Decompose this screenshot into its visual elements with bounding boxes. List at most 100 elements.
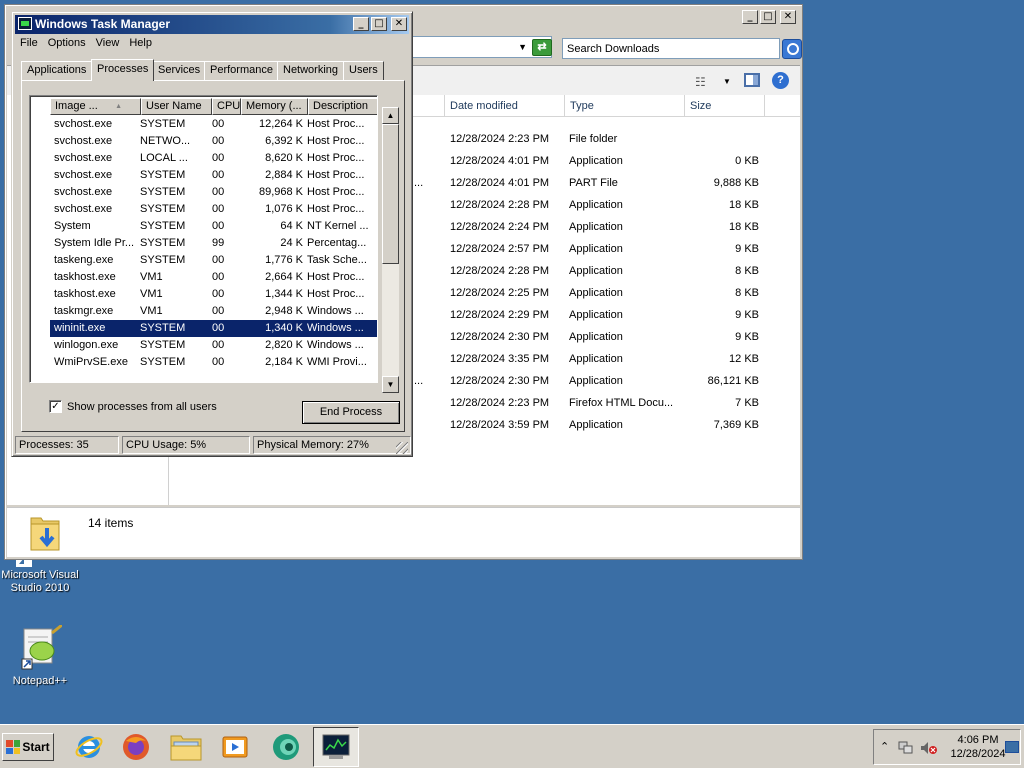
process-row[interactable]: svchost.exe SYSTEM 00 2,884 K Host Proc...: [50, 167, 377, 184]
tab-services[interactable]: Services: [152, 61, 207, 80]
tab-users[interactable]: Users: [343, 61, 384, 80]
status-processes: Processes: 35: [15, 436, 119, 454]
column-header-description[interactable]: Description: [308, 98, 377, 115]
taskbar-task-manager[interactable]: [313, 727, 359, 767]
process-row[interactable]: svchost.exe LOCAL ... 00 8,620 K Host Proc..…: [50, 150, 377, 167]
chevron-down-icon[interactable]: ▼: [723, 77, 731, 86]
end-process-button[interactable]: End Process: [302, 401, 400, 424]
taskbar-windows-explorer[interactable]: [163, 727, 209, 767]
file-type: Firefox HTML Docu...: [569, 397, 674, 409]
views-icon[interactable]: ☷: [695, 75, 706, 89]
media-player-icon: [222, 736, 248, 758]
menu-options[interactable]: Options: [43, 35, 91, 53]
column-header-memory[interactable]: Memory (...: [241, 98, 308, 115]
network-icon[interactable]: [898, 741, 914, 758]
taskbar-internet-explorer[interactable]: [66, 727, 112, 767]
tab-performance[interactable]: Performance: [204, 61, 279, 80]
process-image-name: taskhost.exe: [54, 271, 116, 283]
process-image-name: taskmgr.exe: [54, 305, 114, 317]
desktop-icon-visual-studio[interactable]: Microsoft Visual Studio 2010: [0, 555, 80, 595]
maximize-button[interactable]: □: [760, 10, 776, 24]
column-header-cpu[interactable]: CPU: [212, 98, 241, 115]
clock[interactable]: 4:06 PM 12/28/2024: [944, 733, 1012, 761]
search-input[interactable]: [562, 38, 780, 59]
process-memory: 2,820 K: [265, 339, 303, 351]
process-description: Percentag...: [307, 237, 367, 249]
chevron-down-icon[interactable]: ▼: [518, 42, 527, 52]
column-header-image-name[interactable]: Image ... ▲: [50, 98, 141, 115]
process-row[interactable]: WmiPrvSE.exe SYSTEM 00 2,184 K WMI Provi...: [50, 354, 377, 371]
process-user-name: SYSTEM: [140, 118, 186, 130]
process-cpu: 00: [212, 288, 225, 300]
address-bar[interactable]: ▼: [410, 36, 552, 58]
minimize-button[interactable]: _: [353, 17, 369, 31]
process-row[interactable]: svchost.exe SYSTEM 00 89,968 K Host Proc...: [50, 184, 377, 201]
column-header-user-name[interactable]: User Name: [141, 98, 212, 115]
search-icon[interactable]: [782, 39, 802, 59]
file-date-modified: 12/28/2024 2:30 PM: [450, 331, 550, 343]
show-hidden-icons-icon[interactable]: ⌃: [880, 740, 889, 753]
process-row[interactable]: taskhost.exe VM1 00 2,664 K Host Proc...: [50, 269, 377, 286]
task-manager-title-bar[interactable]: Windows Task Manager _ □ ✕: [15, 15, 409, 34]
close-button[interactable]: ✕: [780, 10, 796, 24]
process-row[interactable]: svchost.exe SYSTEM 00 12,264 K Host Proc...: [50, 116, 377, 133]
preview-pane-icon[interactable]: [744, 73, 760, 87]
file-size: 9,888 KB: [713, 177, 759, 189]
refresh-button[interactable]: ⇄: [532, 39, 552, 56]
show-all-processes-option[interactable]: ✓ Show processes from all users: [49, 400, 217, 413]
file-size: 86,121 KB: [707, 375, 759, 387]
process-row[interactable]: svchost.exe SYSTEM 00 1,076 K Host Proc...: [50, 201, 377, 218]
start-button[interactable]: Start: [2, 733, 54, 761]
process-user-name: SYSTEM: [140, 322, 186, 334]
scrollbar-thumb[interactable]: [382, 124, 399, 264]
tab-applications[interactable]: Applications: [21, 61, 93, 80]
file-name-truncation: ...: [414, 177, 424, 189]
process-row[interactable]: winlogon.exe SYSTEM 00 2,820 K Windows ...: [50, 337, 377, 354]
tab-networking[interactable]: Networking: [277, 61, 345, 80]
process-description: Host Proc...: [307, 169, 365, 181]
menu-bar: File Options View Help: [15, 35, 157, 53]
process-row[interactable]: taskmgr.exe VM1 00 2,948 K Windows ...: [50, 303, 377, 320]
taskbar-web-browser[interactable]: [263, 727, 309, 767]
file-size: 8 KB: [735, 287, 759, 299]
process-list[interactable]: Image ... ▲ User Name CPU Memory (... De…: [29, 95, 378, 383]
desktop-icon-notepad-plus-plus[interactable]: Notepad++: [0, 623, 80, 688]
column-header-date[interactable]: Date modified: [445, 95, 565, 117]
resize-grip[interactable]: [396, 442, 408, 454]
show-all-checkbox[interactable]: ✓: [49, 400, 62, 413]
file-type: Application: [569, 199, 623, 211]
process-image-name: svchost.exe: [54, 203, 113, 215]
close-button[interactable]: ✕: [391, 17, 407, 31]
maximize-button[interactable]: □: [371, 17, 387, 31]
process-image-name: System Idle Pr...: [54, 237, 135, 249]
menu-file[interactable]: File: [15, 35, 43, 53]
column-header-type[interactable]: Type: [565, 95, 685, 117]
process-memory: 8,620 K: [265, 152, 303, 164]
process-memory: 1,776 K: [265, 254, 303, 266]
task-manager-icon: [18, 17, 32, 30]
folder-download-icon: [30, 517, 60, 551]
process-row[interactable]: svchost.exe NETWO... 00 6,392 K Host Proc...: [50, 133, 377, 150]
taskbar-firefox[interactable]: [113, 727, 159, 767]
process-row[interactable]: taskeng.exe SYSTEM 00 1,776 K Task Sche...: [50, 252, 377, 269]
tab-processes[interactable]: Processes: [91, 59, 155, 81]
column-header-size[interactable]: Size: [685, 95, 765, 117]
process-row[interactable]: System SYSTEM 00 64 K NT Kernel ...: [50, 218, 377, 235]
process-user-name: SYSTEM: [140, 169, 186, 181]
taskbar-media-player[interactable]: [212, 727, 258, 767]
process-row[interactable]: System Idle Pr... SYSTEM 99 24 K Percentag..…: [50, 235, 377, 252]
process-row[interactable]: wininit.exe SYSTEM 00 1,340 K Windows ...: [50, 320, 377, 337]
menu-view[interactable]: View: [91, 35, 125, 53]
minimize-button[interactable]: _: [742, 10, 758, 24]
file-date-modified: 12/28/2024 2:24 PM: [450, 221, 550, 233]
volume-muted-icon[interactable]: [920, 741, 938, 758]
process-image-name: WmiPrvSE.exe: [54, 356, 128, 368]
help-icon[interactable]: ?: [772, 72, 789, 89]
file-date-modified: 12/28/2024 4:01 PM: [450, 177, 550, 189]
process-row[interactable]: taskhost.exe VM1 00 1,344 K Host Proc...: [50, 286, 377, 303]
show-desktop-button[interactable]: [1005, 741, 1019, 753]
process-list-scrollbar[interactable]: ▲ ▼: [382, 107, 399, 393]
scroll-up-button[interactable]: ▲: [382, 107, 399, 124]
menu-help[interactable]: Help: [124, 35, 157, 53]
scroll-down-button[interactable]: ▼: [382, 376, 399, 393]
